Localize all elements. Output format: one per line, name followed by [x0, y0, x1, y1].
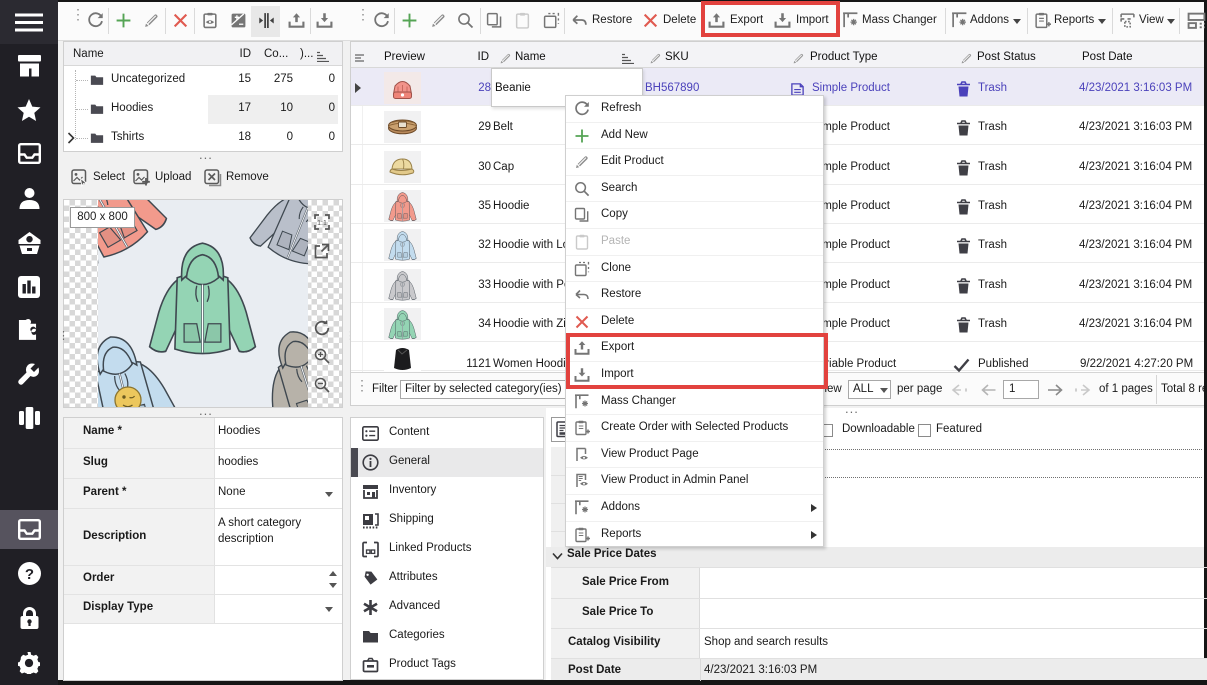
svg-text:1:1: 1:1	[317, 220, 327, 227]
svg-text:?: ?	[25, 566, 34, 583]
